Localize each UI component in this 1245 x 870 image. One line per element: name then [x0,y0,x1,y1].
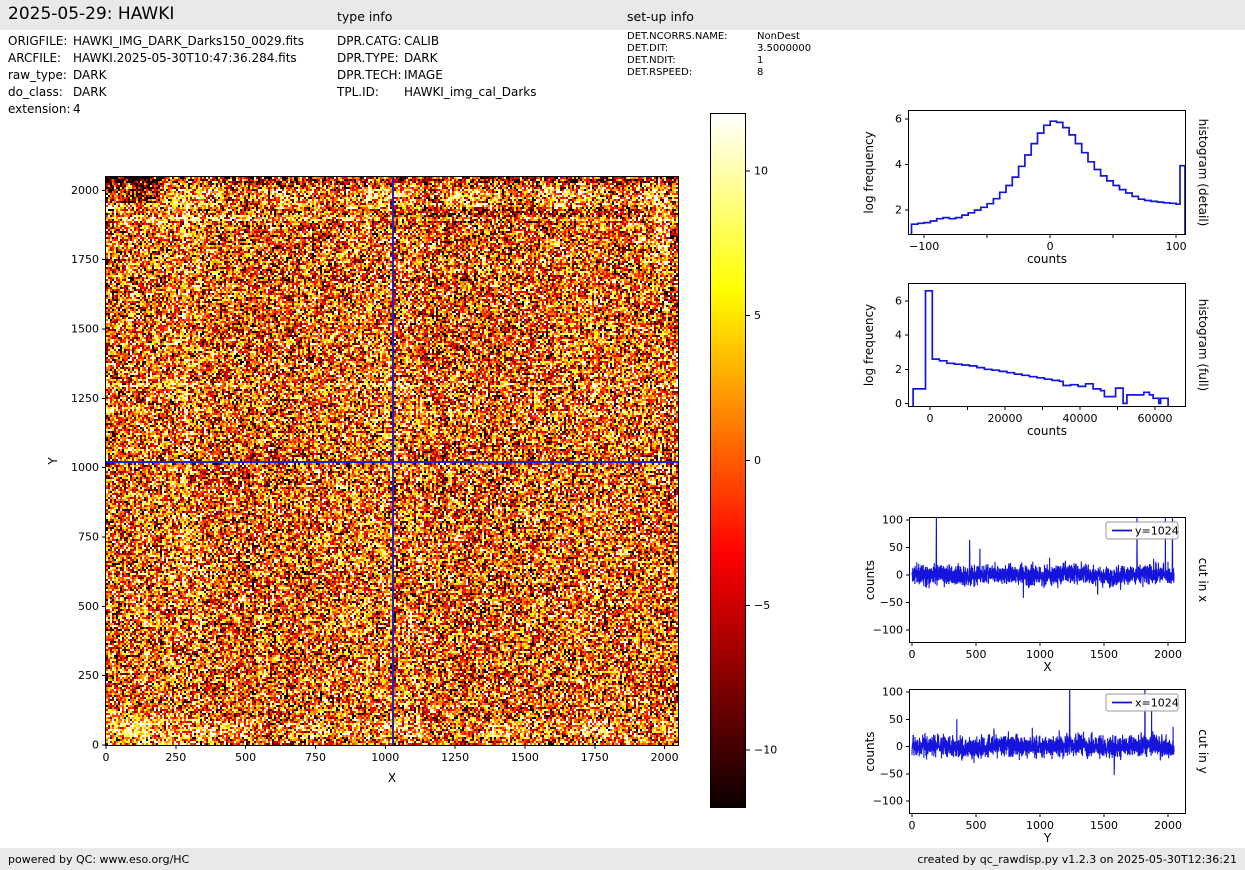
svg-text:−100: −100 [873,795,903,808]
histogram-detail-plot: −100 0 100 2 4 6 counts log frequency histogram … [862,110,1210,266]
svg-text:1750: 1750 [581,751,609,764]
svg-text:1750: 1750 [71,253,99,266]
footer-left-text: powered by QC: www.eso.org/HC [8,852,190,866]
svg-text:1000: 1000 [71,461,99,474]
svg-text:2000: 2000 [71,184,99,197]
svg-text:2000: 2000 [1154,819,1182,832]
svg-text:cut in x: cut in x [1196,558,1210,603]
svg-text:6: 6 [895,295,902,308]
svg-text:50: 50 [889,541,903,554]
dark-frame-image [106,177,678,745]
svg-text:−50: −50 [880,596,903,609]
svg-text:1500: 1500 [1090,819,1118,832]
svg-text:histogram (full): histogram (full) [1196,299,1210,392]
svg-text:250: 250 [78,669,99,682]
svg-text:0: 0 [909,648,916,661]
svg-text:1000: 1000 [1026,819,1054,832]
svg-text:0: 0 [896,569,903,582]
svg-text:−10: −10 [754,744,777,757]
svg-text:500: 500 [966,648,987,661]
plots-area: 0 250 500 750 1000 1250 1500 1750 2000 0 250 500 750… [0,0,1245,870]
svg-text:4: 4 [895,329,902,342]
svg-text:2000: 2000 [1154,648,1182,661]
svg-text:2: 2 [895,204,902,217]
svg-text:X: X [388,771,396,785]
svg-text:500: 500 [235,751,256,764]
svg-text:1500: 1500 [71,322,99,335]
svg-text:−100: −100 [873,623,903,636]
svg-text:5: 5 [754,309,761,322]
svg-text:250: 250 [165,751,186,764]
svg-text:500: 500 [966,819,987,832]
svg-text:0: 0 [909,819,916,832]
histogram-full-plot: 0 20000 40000 60000 0 2 4 6 counts log frequency h… [862,283,1210,438]
svg-text:1250: 1250 [71,392,99,405]
svg-text:counts: counts [863,560,877,600]
colorbar-axis: −10 −5 0 5 10 [746,164,777,757]
svg-text:counts: counts [1027,252,1067,266]
svg-text:2000: 2000 [651,751,679,764]
svg-text:Y: Y [46,457,60,466]
svg-text:0: 0 [92,739,99,752]
svg-text:40000: 40000 [1063,412,1098,425]
svg-text:50: 50 [889,713,903,726]
svg-text:6: 6 [895,112,902,125]
svg-text:2: 2 [895,363,902,376]
svg-text:0: 0 [896,740,903,753]
svg-text:−100: −100 [909,240,939,253]
svg-text:Y: Y [1043,831,1052,845]
svg-text:X: X [1043,660,1051,674]
svg-text:cut in y: cut in y [1196,729,1210,774]
svg-text:60000: 60000 [1138,412,1173,425]
colorbar [710,113,746,808]
svg-text:100: 100 [1166,240,1187,253]
svg-text:histogram (detail): histogram (detail) [1196,119,1210,227]
svg-text:0: 0 [103,751,110,764]
svg-text:750: 750 [305,751,326,764]
cut-in-y-legend: x=1024 [1105,693,1179,712]
svg-text:100: 100 [882,514,903,527]
svg-text:0: 0 [927,412,934,425]
qc-report-page: 2025-05-29: HAWKI type info set-up info … [0,0,1245,870]
svg-text:x=1024: x=1024 [1135,697,1179,710]
svg-text:100: 100 [882,686,903,699]
svg-text:1000: 1000 [371,751,399,764]
footer-right-text: created by qc_rawdisp.py v1.2.3 on 2025-… [917,852,1237,866]
svg-text:750: 750 [78,530,99,543]
svg-text:y=1024: y=1024 [1135,525,1179,538]
svg-text:4: 4 [895,158,902,171]
svg-text:counts: counts [863,731,877,771]
svg-text:500: 500 [78,600,99,613]
svg-text:0: 0 [1047,240,1054,253]
cut-in-y-plot: 0 500 1000 1500 2000 −100 −50 0 50 100 Ycounts cut … [863,686,1210,845]
svg-text:0: 0 [895,397,902,410]
svg-text:20000: 20000 [988,412,1023,425]
svg-text:−50: −50 [880,767,903,780]
cut-in-x-plot: 0 500 1000 1500 2000 −100 −50 0 50 100 Xcounts cut … [863,514,1210,674]
svg-text:1500: 1500 [511,751,539,764]
svg-text:log frequency: log frequency [862,131,876,213]
svg-text:log frequency: log frequency [862,304,876,386]
svg-text:1250: 1250 [441,751,469,764]
footer-bar: powered by QC: www.eso.org/HC created by… [0,848,1245,870]
svg-text:1000: 1000 [1026,648,1054,661]
svg-text:10: 10 [754,164,768,177]
svg-text:0: 0 [754,454,761,467]
svg-text:counts: counts [1027,424,1067,438]
cut-in-x-legend: y=1024 [1105,521,1179,540]
svg-text:−5: −5 [754,599,770,612]
svg-text:1500: 1500 [1090,648,1118,661]
